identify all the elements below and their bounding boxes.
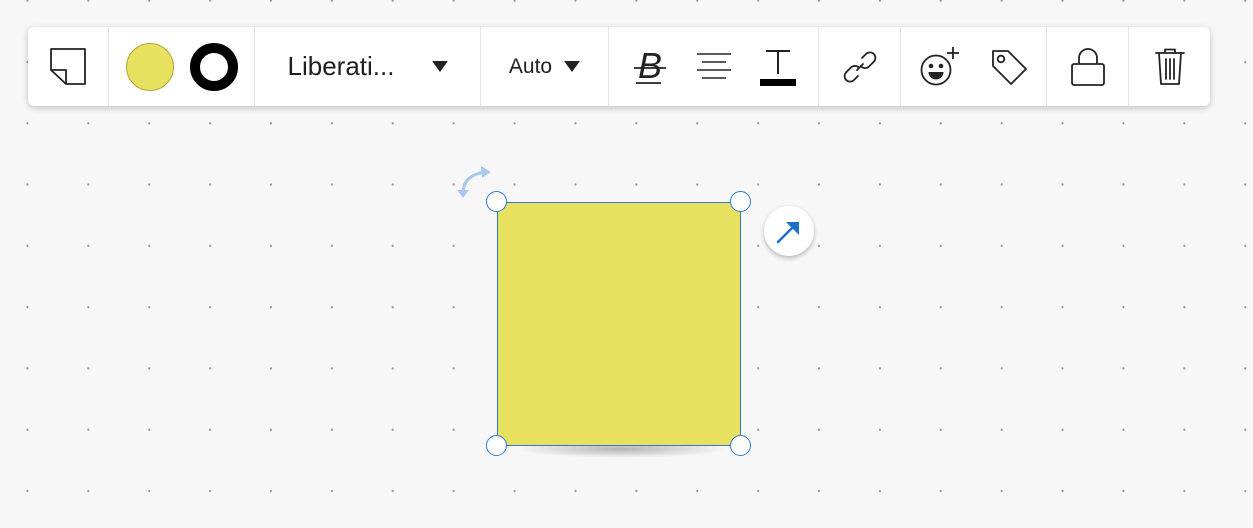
trash-icon <box>1154 48 1185 85</box>
svg-text:B: B <box>637 47 661 86</box>
text-align-button[interactable] <box>695 50 733 84</box>
lock-button[interactable] <box>1070 47 1106 87</box>
shape-button[interactable] <box>47 46 89 88</box>
border-color-swatch[interactable] <box>189 42 238 91</box>
tag-icon <box>991 49 1027 85</box>
resize-handle-bottom-right[interactable] <box>730 435 751 456</box>
sticky-note-icon <box>50 47 86 85</box>
meta-section <box>901 27 1047 106</box>
shape-section <box>28 27 109 106</box>
resize-handle-bottom-left[interactable] <box>486 435 507 456</box>
lock-section <box>1047 27 1129 106</box>
fill-color-swatch[interactable] <box>125 42 174 91</box>
delete-section <box>1129 27 1210 106</box>
font-size-section: Auto <box>481 27 609 106</box>
resize-handle-top-right[interactable] <box>730 191 751 212</box>
link-section <box>819 27 901 106</box>
rotate-icon <box>457 166 491 198</box>
text-format-section: B <box>609 27 819 106</box>
text-color-button[interactable] <box>759 47 797 87</box>
add-connector-button[interactable] <box>764 206 814 256</box>
context-toolbar: Liberati... Auto B <box>28 27 1210 106</box>
sticky-note[interactable] <box>497 202 741 446</box>
tag-button[interactable] <box>989 47 1029 87</box>
text-color-icon <box>759 49 796 86</box>
bold-button[interactable]: B <box>631 47 669 87</box>
link-icon <box>843 51 876 82</box>
lock-icon <box>1070 47 1105 86</box>
text-align-center-icon <box>696 52 731 79</box>
font-size-dropdown[interactable]: Auto <box>508 54 581 79</box>
chevron-down-icon <box>564 60 581 72</box>
bold-strikethrough-icon: B <box>633 47 666 86</box>
color-section <box>109 27 255 106</box>
arrow-up-right-icon <box>776 222 799 244</box>
delete-button[interactable] <box>1154 47 1186 87</box>
font-family-value: Liberati... <box>287 51 395 81</box>
font-family-section: Liberati... <box>255 27 481 106</box>
link-button[interactable] <box>841 48 879 86</box>
font-size-value: Auto <box>508 54 553 78</box>
add-reaction-button[interactable] <box>919 46 961 88</box>
rotate-handle[interactable] <box>455 162 495 202</box>
add-reaction-icon <box>920 46 959 85</box>
chevron-down-icon <box>431 60 448 72</box>
font-family-dropdown[interactable]: Liberati... <box>288 51 448 82</box>
